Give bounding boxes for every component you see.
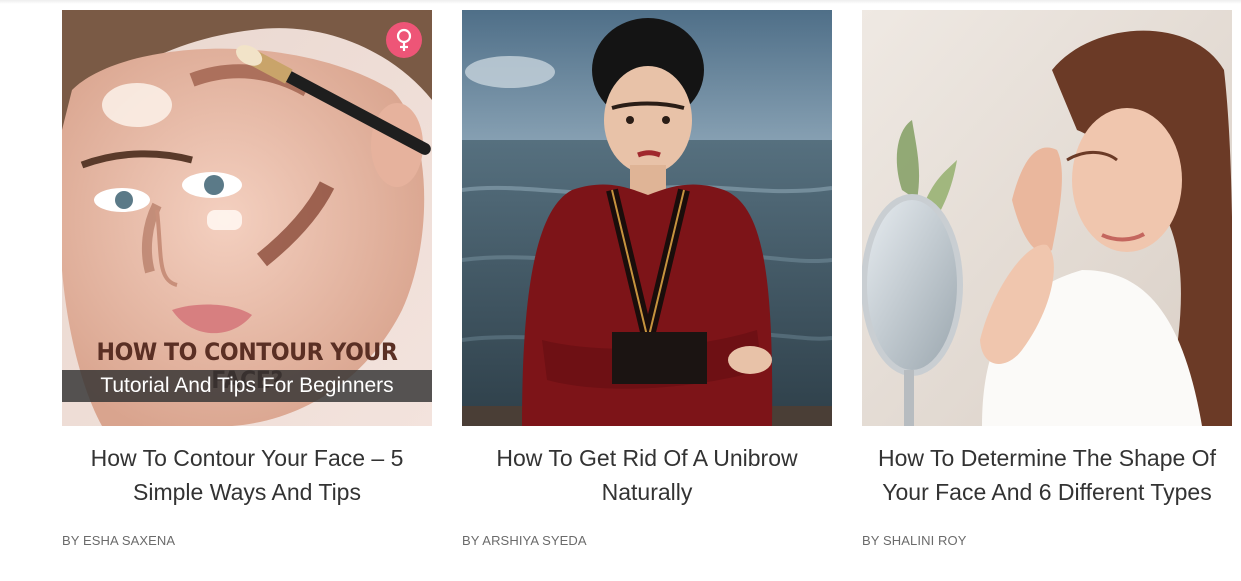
article-title[interactable]: How To Determine The Shape Of Your Face … <box>862 441 1232 511</box>
top-divider <box>0 0 1241 4</box>
article-card-contour[interactable]: HOW TO CONTOUR YOUR FACE? Tutorial And T… <box>62 10 432 548</box>
article-thumbnail-contour[interactable]: HOW TO CONTOUR YOUR FACE? Tutorial And T… <box>62 10 432 426</box>
article-title[interactable]: How To Contour Your Face – 5 Simple Ways… <box>62 441 432 511</box>
article-thumbnail-face-shape[interactable] <box>862 10 1232 426</box>
article-grid: HOW TO CONTOUR YOUR FACE? Tutorial And T… <box>62 10 1232 548</box>
unibrow-photo <box>462 10 832 426</box>
article-byline: BY ESHA SAXENA <box>62 533 176 548</box>
article-thumbnail-unibrow[interactable] <box>462 10 832 426</box>
article-card-unibrow[interactable]: How To Get Rid Of A Unibrow Naturally BY… <box>462 10 832 548</box>
article-card-face-shape[interactable]: How To Determine The Shape Of Your Face … <box>862 10 1232 548</box>
female-symbol-icon <box>396 28 412 51</box>
face-shape-photo <box>862 10 1232 426</box>
image-subtitle: Tutorial And Tips For Beginners <box>62 370 432 402</box>
article-byline: BY SHALINI ROY <box>862 533 967 548</box>
article-byline: BY ARSHIYA SYEDA <box>462 533 587 548</box>
badge-female-symbol <box>386 22 422 58</box>
article-title[interactable]: How To Get Rid Of A Unibrow Naturally <box>462 441 832 511</box>
